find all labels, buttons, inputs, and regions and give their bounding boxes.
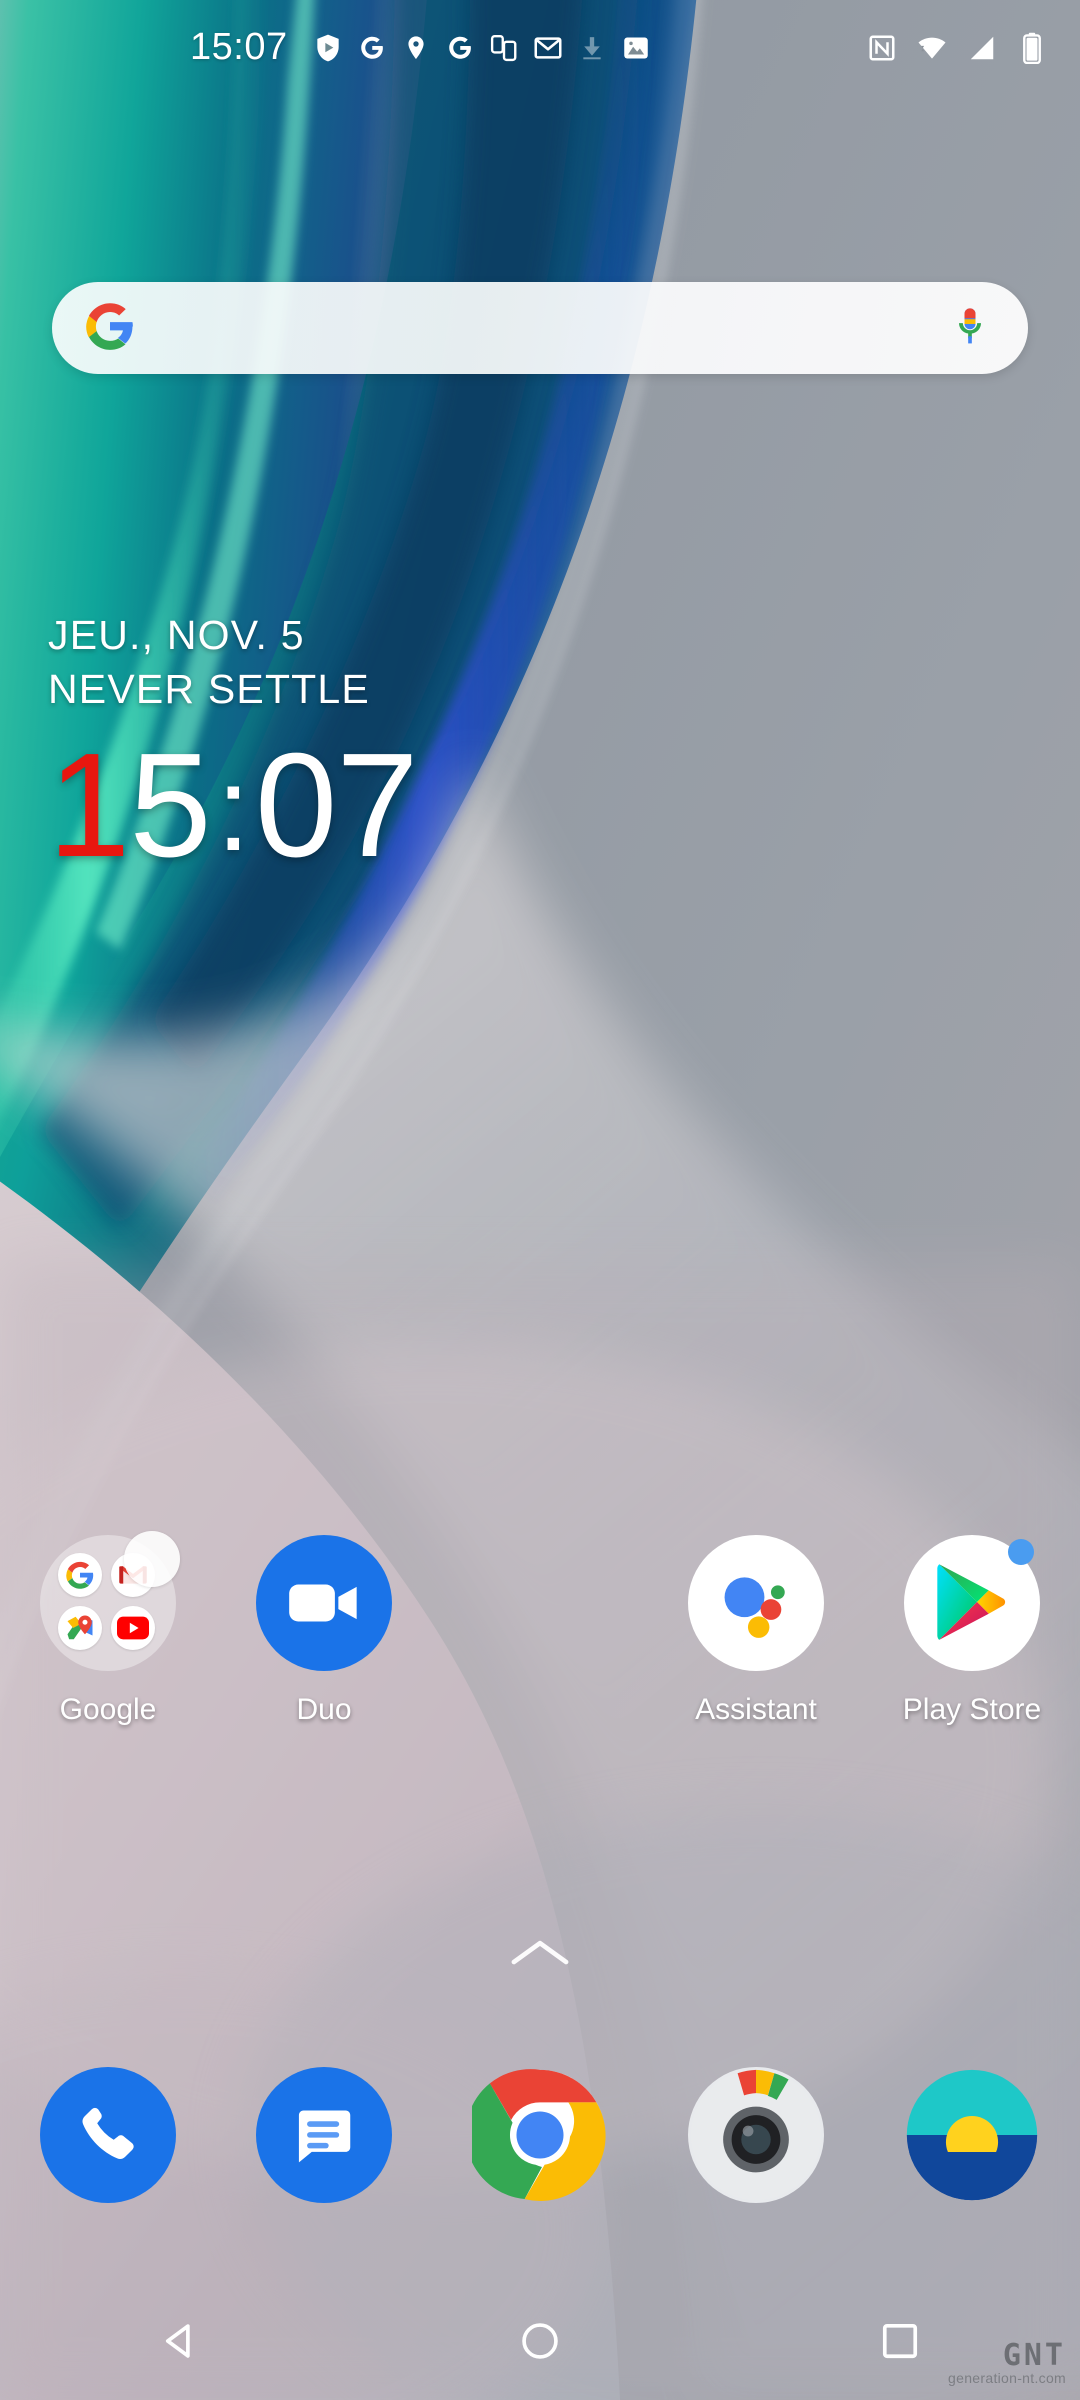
widget-tagline: NEVER SETTLE (48, 666, 370, 713)
google-icon (350, 26, 394, 70)
dock-item-phone[interactable] (0, 2055, 216, 2215)
status-bar-clock: 15:07 (190, 26, 288, 68)
app-slot-empty (432, 1535, 648, 1805)
widget-time-colon: : (216, 742, 250, 877)
google-g-icon (84, 300, 136, 357)
search-input[interactable] (156, 282, 928, 374)
app-item-play-store[interactable]: Play Store (864, 1535, 1080, 1805)
download-icon (570, 26, 614, 70)
phone-icon[interactable] (40, 2067, 176, 2203)
app-label: Assistant (695, 1693, 817, 1726)
microphone-icon[interactable] (948, 302, 992, 355)
messages-icon[interactable] (256, 2067, 392, 2203)
camera-icon[interactable] (688, 2067, 824, 2203)
widget-time-hour-rest: 5 (129, 723, 211, 889)
wifi-icon (910, 26, 954, 70)
app-item-google-folder[interactable]: Google (0, 1531, 216, 1805)
dock-item-camera[interactable] (648, 2055, 864, 2215)
dock-item-messages[interactable] (216, 2055, 432, 2215)
screen-cast-icon (482, 26, 526, 70)
dock (0, 2055, 1080, 2215)
status-bar-left: 15:07 (0, 26, 860, 70)
status-bar-right (860, 26, 1054, 70)
app-label: Duo (296, 1693, 352, 1726)
app-drawer-handle[interactable] (0, 1935, 1080, 1976)
location-pin-icon (394, 26, 438, 70)
app-row: Google Duo Assistant Play Store (0, 1531, 1080, 1805)
watermark-sub: generation-nt.com (948, 2370, 1066, 2387)
widget-time-hour-accent: 1 (48, 723, 130, 889)
home-button[interactable] (460, 2291, 620, 2391)
dock-item-weather[interactable] (864, 2055, 1080, 2215)
signal-icon (960, 26, 1004, 70)
app-item-duo[interactable]: Duo (216, 1535, 432, 1805)
assistant-icon[interactable] (688, 1535, 824, 1671)
empty-slot (472, 1535, 608, 1671)
navigation-bar (0, 2282, 1080, 2400)
gmail-icon (526, 26, 570, 70)
duo-icon[interactable] (256, 1535, 392, 1671)
dock-item-chrome[interactable] (432, 2055, 648, 2215)
widget-time: 1 5:07 (48, 732, 748, 880)
weather-icon[interactable] (904, 2067, 1040, 2203)
widget-time-minutes: 07 (254, 723, 419, 889)
play-store-icon[interactable] (904, 1535, 1040, 1671)
play-protect-icon (306, 26, 350, 70)
clock-widget[interactable]: JEU., NOV. 5 NEVER SETTLE 1 5:07 (48, 608, 748, 880)
maps-icon (58, 1606, 102, 1650)
google-icon (58, 1553, 102, 1597)
chrome-icon[interactable] (472, 2067, 608, 2203)
update-badge (1008, 1539, 1034, 1565)
google-folder-icon[interactable] (40, 1531, 180, 1671)
google-icon-2 (438, 26, 482, 70)
folder-badge (124, 1531, 180, 1587)
google-search-bar[interactable] (52, 282, 1028, 374)
app-label: Play Store (902, 1693, 1042, 1726)
photo-icon (614, 26, 658, 70)
back-button[interactable] (100, 2291, 260, 2391)
nfc-icon (860, 26, 904, 70)
watermark: GNT generation-nt.com (948, 2340, 1066, 2386)
youtube-icon (111, 1606, 155, 1650)
widget-date: JEU., NOV. 5 (48, 612, 305, 658)
status-bar[interactable]: 15:07 (0, 0, 1080, 95)
battery-icon (1010, 26, 1054, 70)
chevron-up-icon[interactable] (509, 1935, 571, 1976)
app-label: Google (59, 1693, 157, 1726)
watermark-main: GNT (1002, 2337, 1066, 2373)
app-item-assistant[interactable]: Assistant (648, 1535, 864, 1805)
